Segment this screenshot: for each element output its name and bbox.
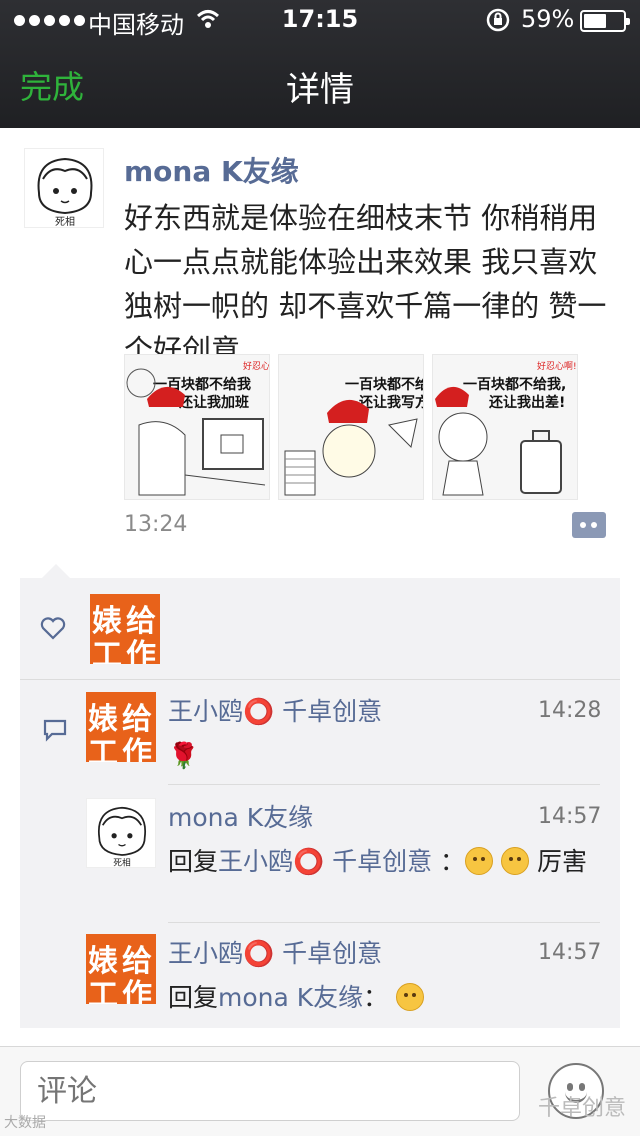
svg-text:死相: 死相 <box>55 215 75 228</box>
svg-text:一百块都不给我,: 一百块都不给我, <box>463 376 566 393</box>
comment-timestamp: 14:57 <box>538 804 602 829</box>
navigation-header: 中国移动 17:15 59% 完成 详情 <box>0 0 640 128</box>
watermark-right: 千卓创意 <box>538 1096 627 1121</box>
svg-text:还让我出差!: 还让我出差! <box>488 394 565 411</box>
commenter-avatar[interactable]: 婊 给 工 作 <box>86 934 156 1004</box>
svg-text:还让我加班: 还让我加班 <box>178 394 249 411</box>
post-photo[interactable]: 好忍心 一百块都不给我 还让我加班 <box>124 354 270 500</box>
kiss-emoji-icon <box>501 847 530 875</box>
divider <box>168 922 600 923</box>
svg-text:好忍心: 好忍心 <box>243 360 270 372</box>
page-title: 详情 <box>286 70 354 110</box>
post-photo[interactable]: 好忍心啊! 一百块都不给我, 还让我出差! <box>432 354 578 500</box>
watermark-left: 大数据 <box>4 1115 46 1131</box>
post-timestamp: 13:24 <box>124 512 188 537</box>
commenter-name[interactable]: 王小鸥⭕ 千卓创意 <box>168 934 382 970</box>
comment-input[interactable] <box>20 1061 520 1121</box>
status-bar: 中国移动 17:15 59% <box>0 0 640 40</box>
liker-avatar[interactable]: 婊 给 工 作 <box>90 594 160 664</box>
comment-timestamp: 14:28 <box>538 698 602 723</box>
battery-icon <box>580 10 630 32</box>
svg-text:死相: 死相 <box>113 857 131 869</box>
author-name[interactable]: mona K友缘 <box>124 150 299 190</box>
divider <box>168 784 600 785</box>
cartoon-girl-avatar: 死相 <box>37 157 93 228</box>
author-avatar[interactable]: 死相 <box>24 148 104 228</box>
photo-grid: 好忍心 一百块都不给我 还让我加班 一百块都不给 还让我写方 好忍心啊! 一百块… <box>124 354 578 500</box>
commenter-avatar[interactable]: 死相 <box>86 798 156 869</box>
post-photo[interactable]: 一百块都不给 还让我写方 <box>278 354 424 500</box>
comment-timestamp: 14:57 <box>538 940 602 965</box>
kiss-emoji-icon <box>465 847 494 875</box>
battery-percentage: 59% <box>521 5 575 33</box>
comment-action-button[interactable] <box>572 512 606 538</box>
rose-icon: 🌹 <box>168 741 200 770</box>
reply-to-name[interactable]: mona K友缘 <box>218 983 363 1012</box>
commenter-name[interactable]: 王小鸥⭕ 千卓创意 <box>168 692 382 728</box>
comment-item[interactable]: 婊 给 工 作 王小鸥⭕ 千卓创意 14:28 🌹 <box>86 692 606 772</box>
comment-text: 回复王小鸥⭕ 千卓创意 ： 厉害 <box>168 847 587 876</box>
reply-to-name[interactable]: 王小鸥⭕ 千卓创意 <box>218 847 432 876</box>
svg-text:一百块都不给: 一百块都不给 <box>345 376 424 393</box>
svg-text:好忍心啊!: 好忍心啊! <box>537 360 577 372</box>
battery-level <box>584 14 607 28</box>
comment-item[interactable]: 死相 mona K友缘 14:57 回复王小鸥⭕ 千卓创意 ： 厉害 <box>86 798 606 908</box>
heart-icon <box>40 617 66 640</box>
smile-emoji-icon <box>396 983 425 1011</box>
comment-icon <box>43 719 67 742</box>
comment-text: 回复mona K友缘： <box>168 980 425 1016</box>
likes-comments-panel: 婊 给 工 作 婊 给 工 作 王小鸥⭕ 千卓创意 14:28 🌹 死相 mon… <box>20 564 620 1028</box>
likes-row: 婊 给 工 作 <box>20 578 620 680</box>
rotation-lock-icon <box>486 8 510 32</box>
commenter-avatar[interactable]: 婊 给 工 作 <box>86 692 156 762</box>
cartoon-girl-avatar: 死相 <box>97 806 147 869</box>
post-text: 好东西就是体验在细枝末节 你稍稍用心一点点就能体验出来效果 我只喜欢独树一帜的 … <box>124 201 607 367</box>
commenter-name[interactable]: mona K友缘 <box>168 798 313 834</box>
comment-item[interactable]: 婊 给 工 作 王小鸥⭕ 千卓创意 14:57 回复mona K友缘： <box>86 934 606 1014</box>
